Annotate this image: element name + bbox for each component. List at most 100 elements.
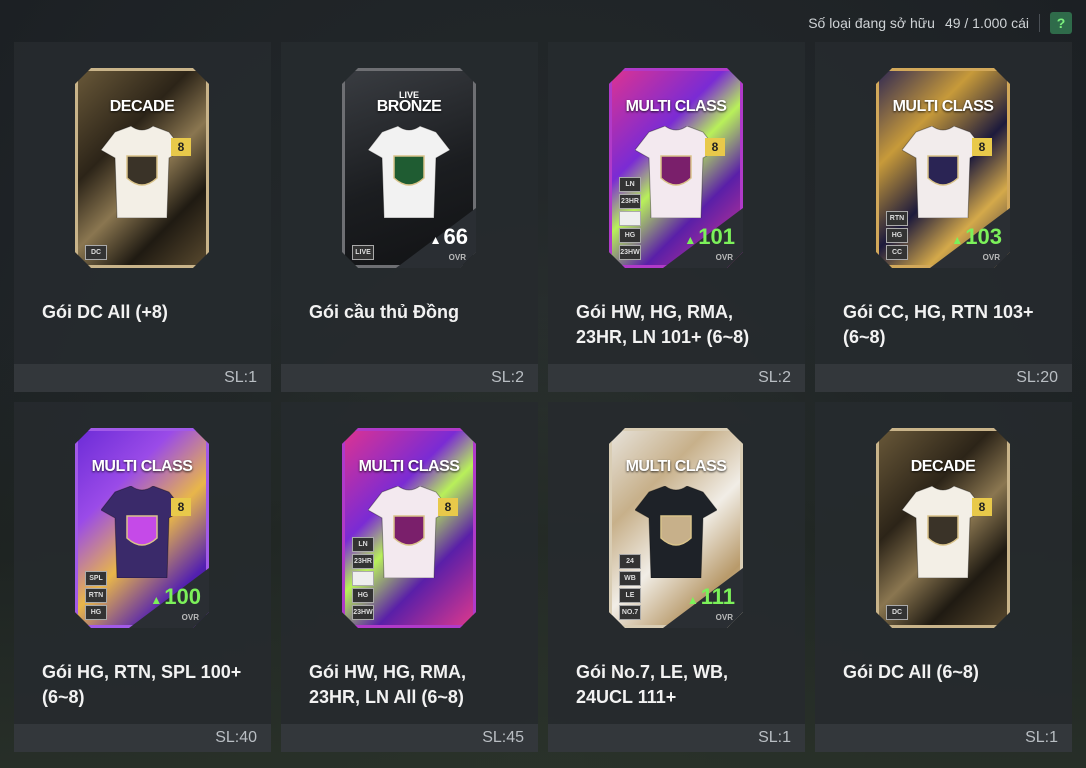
level-badge: 8 xyxy=(171,498,191,516)
up-arrow-icon: ▲ xyxy=(686,593,699,607)
pack-grid: DECADE 8 DC Gói DC All (+8) SL:1 LIVE BRONZE LI… xyxy=(14,42,1072,752)
pack-quantity: SL:2 xyxy=(491,369,524,386)
pack-card-art: MULTI CLASS 8 LN 23HR HG 23HW xyxy=(342,428,476,628)
pack-name: Gói HW, HG, RMA, 23HR, LN All (6~8) xyxy=(309,662,466,707)
pack-quantity: SL:2 xyxy=(758,369,791,386)
card-title: DECADE xyxy=(109,98,175,115)
pack-tile[interactable]: MULTI CLASS 24 WB LE NO.7 ▲ 111 OVR Gói No.7, LE… xyxy=(548,402,805,752)
card-tag: 23HW xyxy=(619,245,641,260)
level-badge: 8 xyxy=(972,138,992,156)
card-tags: SPL RTN HG xyxy=(85,571,107,620)
card-tag xyxy=(619,211,641,226)
card-tags: LN 23HR HG 23HW xyxy=(619,177,641,260)
pack-name: Gói HG, RTN, SPL 100+ (6~8) xyxy=(42,662,242,707)
level-badge: 8 xyxy=(438,498,458,516)
pack-name: Gói CC, HG, RTN 103+ (6~8) xyxy=(843,302,1034,347)
pack-tile[interactable]: MULTI CLASS 8 RTN HG CC ▲ 103 OVR Gói CC, HG, RT… xyxy=(815,42,1072,392)
ovr-number: 111 xyxy=(700,584,735,609)
pack-tile[interactable]: MULTI CLASS 8 SPL RTN HG ▲ 100 OVR Gói HG, RTN, … xyxy=(14,402,271,752)
pack-card-art: DECADE 8 DC xyxy=(75,68,209,268)
card-tag: DC xyxy=(85,245,107,260)
ovr-number: 66 xyxy=(443,224,468,249)
card-tag: CC xyxy=(886,245,908,260)
card-tag: 24 xyxy=(619,554,641,569)
pack-footer: SL:2 xyxy=(548,364,805,392)
pack-name: Gói cầu thủ Đồng xyxy=(309,302,459,322)
ovr-label: OVR xyxy=(982,253,1000,262)
up-arrow-icon: ▲ xyxy=(429,233,442,247)
card-tag: 23HR xyxy=(352,554,374,569)
card-tag: HG xyxy=(85,605,107,620)
pack-tile[interactable]: MULTI CLASS 8 LN 23HR HG 23HW Gói HW, HG, RMA,… xyxy=(281,402,538,752)
pack-tile[interactable]: DECADE 8 DC Gói DC All (6~8) SL:1 xyxy=(815,402,1072,752)
up-arrow-icon: ▲ xyxy=(150,593,163,607)
card-title: MULTI CLASS xyxy=(358,458,460,475)
jersey-icon xyxy=(634,485,718,579)
divider xyxy=(1039,14,1040,32)
card-tags: DC xyxy=(85,245,107,260)
pack-card-art: MULTI CLASS 8 LN 23HR HG 23HW ▲ 101 OVR xyxy=(609,68,743,268)
ovr-value: ▲ 103 xyxy=(951,224,1002,250)
ovr-label: OVR xyxy=(715,613,733,622)
pack-card-art: MULTI CLASS 8 RTN HG CC ▲ 103 OVR xyxy=(876,68,1010,268)
card-tags: LIVE xyxy=(352,245,374,260)
pack-footer: SL:2 xyxy=(281,364,538,392)
pack-quantity: SL:20 xyxy=(1016,369,1058,386)
ovr-label: OVR xyxy=(448,253,466,262)
ovr-number: 103 xyxy=(965,224,1002,249)
pack-card-art: DECADE 8 DC xyxy=(876,428,1010,628)
pack-tile[interactable]: DECADE 8 DC Gói DC All (+8) SL:1 xyxy=(14,42,271,392)
owned-summary: Số loại đang sở hữu 49 / 1.000 cái ? xyxy=(808,10,1072,36)
pack-name: Gói HW, HG, RMA, 23HR, LN 101+ (6~8) xyxy=(576,302,750,347)
card-tag: NO.7 xyxy=(619,605,641,620)
pack-name: Gói DC All (6~8) xyxy=(843,662,979,682)
card-tag: LN xyxy=(352,537,374,552)
pack-footer: SL:1 xyxy=(14,364,271,392)
pack-footer: SL:20 xyxy=(815,364,1072,392)
card-tags: DC xyxy=(886,605,908,620)
card-tag: 23HR xyxy=(619,194,641,209)
pack-quantity: SL:40 xyxy=(215,729,257,746)
pack-footer: SL:1 xyxy=(815,724,1072,752)
card-tag: WB xyxy=(619,571,641,586)
card-tags: 24 WB LE NO.7 xyxy=(619,554,641,620)
card-title: DECADE xyxy=(910,458,976,475)
up-arrow-icon: ▲ xyxy=(951,233,964,247)
card-title: MULTI CLASS xyxy=(625,98,727,115)
card-tag: HG xyxy=(619,228,641,243)
card-tag: DC xyxy=(886,605,908,620)
pack-footer: SL:1 xyxy=(548,724,805,752)
pack-tile[interactable]: LIVE BRONZE LIVE ▲ 66 OVR Gói cầu thủ Đồng SL:2 xyxy=(281,42,538,392)
card-title: MULTI CLASS xyxy=(892,98,994,115)
ovr-value: ▲ 111 xyxy=(687,584,735,610)
card-tags: LN 23HR HG 23HW xyxy=(352,537,374,620)
ovr-label: OVR xyxy=(181,613,199,622)
card-tag: SPL xyxy=(85,571,107,586)
card-tag: HG xyxy=(886,228,908,243)
ovr-number: 101 xyxy=(698,224,735,249)
pack-card-art: MULTI CLASS 24 WB LE NO.7 ▲ 111 OVR xyxy=(609,428,743,628)
card-tag: 23HW xyxy=(352,605,374,620)
pack-tile[interactable]: MULTI CLASS 8 LN 23HR HG 23HW ▲ 101 OVR Gói HW, H… xyxy=(548,42,805,392)
card-tag: HG xyxy=(352,588,374,603)
card-tag: LN xyxy=(619,177,641,192)
card-tag: RTN xyxy=(85,588,107,603)
card-title: BRONZE xyxy=(376,98,442,115)
card-tag: LIVE xyxy=(352,245,374,260)
pack-quantity: SL:1 xyxy=(224,369,257,386)
card-tag: RTN xyxy=(886,211,908,226)
level-badge: 8 xyxy=(171,138,191,156)
level-badge: 8 xyxy=(972,498,992,516)
ovr-label: OVR xyxy=(715,253,733,262)
card-tag xyxy=(352,571,374,586)
owned-value: 49 / 1.000 cái xyxy=(944,15,1029,31)
pack-card-art: LIVE BRONZE LIVE ▲ 66 OVR xyxy=(342,68,476,268)
card-title: MULTI CLASS xyxy=(91,458,193,475)
help-button[interactable]: ? xyxy=(1050,12,1072,34)
ovr-value: ▲ 100 xyxy=(150,584,201,610)
card-tag: LE xyxy=(619,588,641,603)
pack-quantity: SL:1 xyxy=(758,729,791,746)
pack-quantity: SL:1 xyxy=(1025,729,1058,746)
pack-name: Gói DC All (+8) xyxy=(42,302,168,322)
ovr-value: ▲ 66 xyxy=(430,224,468,250)
